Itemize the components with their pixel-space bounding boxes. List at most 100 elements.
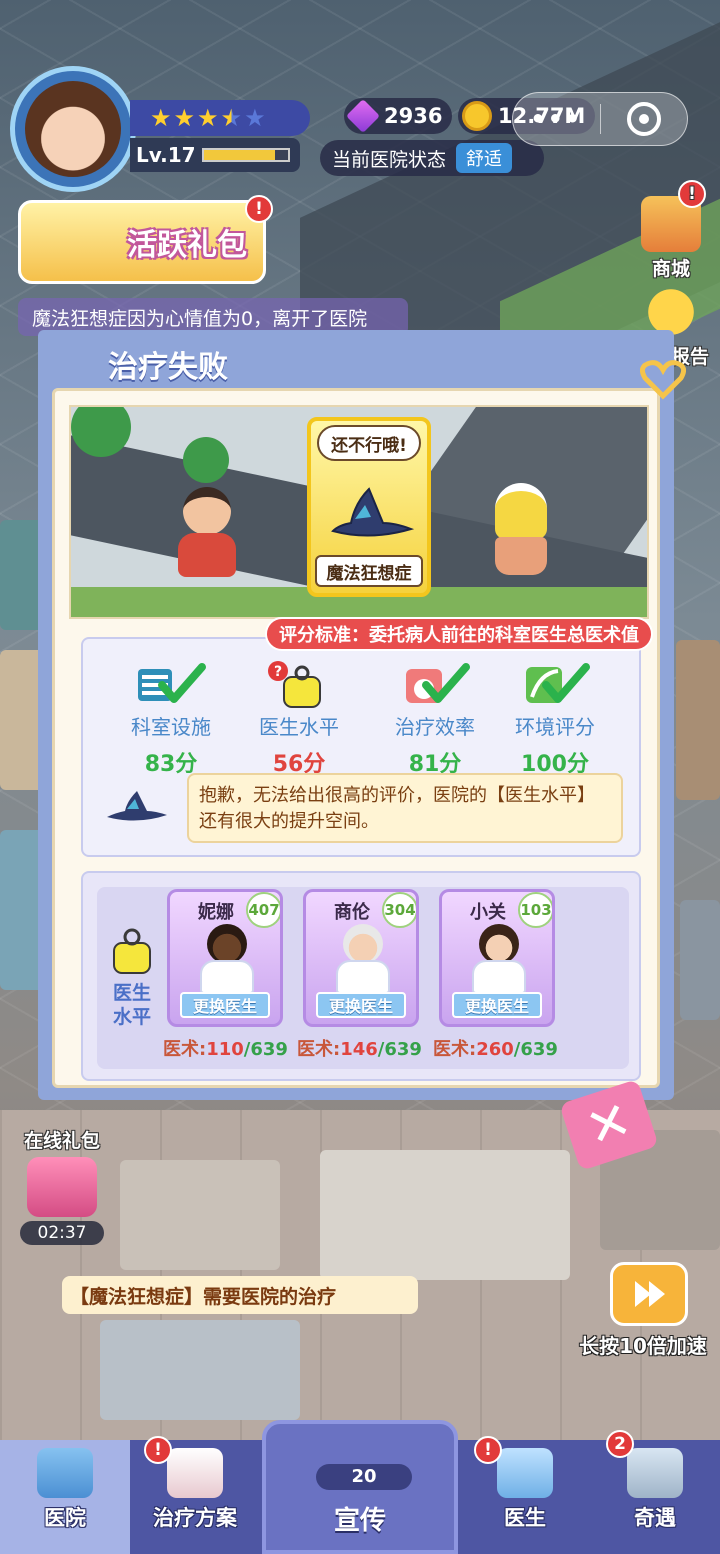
tree-icon [183,437,229,483]
doctor-skill: 医术:110/639 [163,1035,288,1061]
speed-hint: 长按10倍加速 [579,1334,707,1358]
doctor-level-badge: 103 [518,892,552,928]
disease-card: 还不行哦! 魔法狂想症 [307,417,431,597]
status-label: 当前医院状态 [332,148,447,171]
metric-label: 科室设施 [131,715,211,739]
doctor-card[interactable]: 小关 103 更换医生 [439,889,555,1027]
nav-promotion[interactable]: 20 宣传 [262,1420,458,1554]
doctor-portrait [470,924,528,994]
gift-box-icon [27,1157,97,1217]
nav-label: 医生 [504,1506,546,1530]
skill-label: 医术: [163,1039,207,1060]
dialog-body: 还不行哦! 魔法狂想症 科室设施 83分 ? 医生水平 56分 治疗效率 81分… [52,388,660,1088]
environment-check-icon [520,659,590,709]
doctor-level-badge: 304 [382,892,416,928]
active-gift-pack-button[interactable]: 活跃礼包 ! [18,195,273,284]
close-miniprogram-button[interactable] [601,102,688,136]
skill-label: 医术: [297,1039,341,1060]
room[interactable] [120,1160,280,1270]
skill-max: /639 [513,1039,558,1060]
metric-doctor-level: ? 医生水平 56分 [239,659,359,778]
change-doctor-button[interactable]: 更换医生 [316,992,406,1018]
nav-label: 宣传 [333,1506,386,1536]
skill-label: 医术: [433,1039,477,1060]
shop-label: 商城 [651,258,690,280]
online-gift-label: 在线礼包 [23,1130,100,1152]
doctor-card[interactable]: 妮娜 407 更换医生 [167,889,283,1027]
metric-label: 医生水平 [259,715,339,739]
doctor-portrait [198,924,256,994]
score-panel: 科室设施 83分 ? 医生水平 56分 治疗效率 81分 环境评分 100分 抱… [81,637,641,857]
stethoscope-icon: ? [264,659,334,709]
more-menu-button[interactable]: ••• [513,105,600,133]
treatment-result-dialog: 治疗失败 还不行哦! 魔法狂想症 科室设施 83分 ? 医生水平 56分 治疗效… [38,330,674,1100]
stethoscope-icon [113,928,151,974]
promotion-count: 20 [316,1464,412,1490]
hospital-stars: ★ ★ ★ ★ ★ [130,100,310,136]
gem-icon [346,99,380,133]
nav-adventure[interactable]: 奇遇 2 [590,1430,720,1554]
nav-label: 医院 [44,1506,86,1530]
wizard-hat-icon [107,791,167,821]
skill-current: 110 [206,1039,244,1060]
metric-label: 治疗效率 [395,715,475,739]
building-icon [627,1448,683,1498]
fast-forward-icon [635,1281,665,1307]
patient-character [175,487,239,587]
level-progress-bar [201,148,290,162]
metric-label: 环境评分 [515,715,595,739]
skill-max: /639 [377,1039,422,1060]
room[interactable] [100,1320,300,1420]
heart-icon [640,360,686,400]
coin-icon [462,101,492,131]
hospital-icon [37,1448,93,1498]
patient-scene: 还不行哦! 魔法狂想症 [69,405,649,619]
avatar-face [25,81,121,177]
nav-hospital[interactable]: 医院 [0,1440,130,1554]
metric-facility: 科室设施 83分 [111,659,231,778]
room[interactable] [676,640,720,800]
doctor-portrait [334,924,392,994]
star-icon: ★ [150,104,172,132]
treatment-needed-banner[interactable]: 【魔法狂想症】需要医院的治疗 [62,1276,418,1314]
star-icon: ★ [197,104,219,132]
dialog-title: 治疗失败 [108,350,228,385]
half-star-icon: ★ [220,104,243,132]
doctor-level-badge: 407 [246,892,280,928]
gift-title: 活跃礼包 [127,228,247,263]
skill-current: 260 [476,1039,514,1060]
alert-badge: ! [144,1436,172,1464]
doctor-skill: 医术:260/639 [433,1035,558,1061]
gem-counter[interactable]: 2936 [344,98,453,134]
disease-name: 魔法狂想症 [315,555,423,587]
shop-button[interactable]: 商城 ! [628,180,714,281]
nav-treatment-plan[interactable]: 治疗方案 ! [130,1436,260,1554]
wizard-hat-icon [331,487,415,537]
change-doctor-button[interactable]: 更换医生 [180,992,270,1018]
doctor-list: 医生水平 妮娜 407 更换医生 商伦 304 更换医生 小关 103 更换医生… [97,887,629,1069]
skill-max: /639 [243,1039,288,1060]
visitor-character [489,483,553,583]
player-avatar[interactable] [10,66,136,192]
doctor-panel: 医生水平 妮娜 407 更换医生 商伦 304 更换医生 小关 103 更换医生… [81,871,641,1081]
fast-forward-button[interactable] [610,1262,688,1326]
dept-tag: 医生水平 [105,927,159,1029]
advice-text: 抱歉，无法给出很高的评价，医院的【医生水平】还有很大的提升空间。 [187,773,623,843]
change-doctor-button[interactable]: 更换医生 [452,992,542,1018]
room[interactable] [320,1150,570,1280]
level-indicator: Lv.17 [130,138,300,172]
alert-badge: ! [474,1436,502,1464]
hospital-status[interactable]: 当前医院状态 舒适 [320,140,544,176]
room[interactable] [680,900,720,1020]
target-icon [626,102,661,136]
doctor-card[interactable]: 商伦 304 更换医生 [303,889,419,1027]
metric-efficiency: 治疗效率 81分 [375,659,495,778]
mini-program-capsule: ••• [512,92,688,146]
alert-badge: ! [678,180,706,208]
online-gift-button[interactable]: 在线礼包 02:37 [16,1126,108,1245]
medical-kit-icon [167,1448,223,1498]
skill-current: 146 [340,1039,378,1060]
online-gift-timer: 02:37 [20,1221,104,1245]
dept-label: 医生水平 [112,982,151,1028]
nav-doctors[interactable]: 医生 ! [460,1436,590,1554]
